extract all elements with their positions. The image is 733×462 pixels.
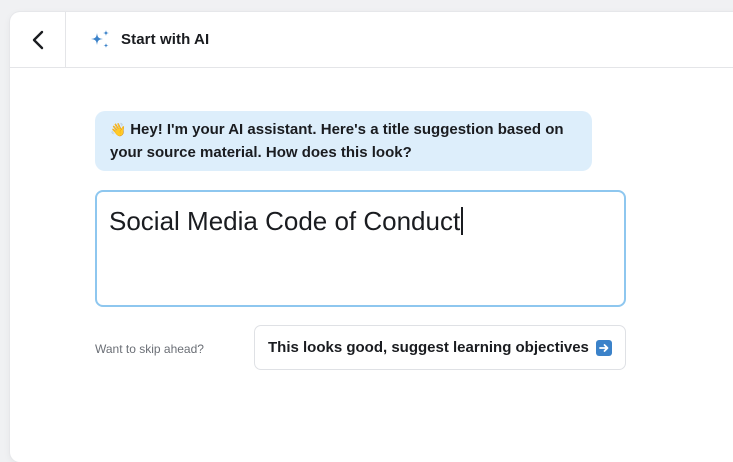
text-caret	[461, 207, 464, 235]
assistant-message: 👋 Hey! I'm your AI assistant. Here's a ti…	[95, 111, 592, 171]
back-button[interactable]	[10, 12, 66, 67]
page-title: Start with AI	[121, 31, 210, 48]
suggest-button-label: This looks good, suggest learning object…	[268, 339, 589, 356]
chevron-left-icon	[32, 30, 43, 49]
title-input-value: Social Media Code of Conduct	[109, 206, 461, 236]
sparkle-icon	[91, 29, 109, 48]
title-input[interactable]: Social Media Code of Conduct	[95, 190, 626, 307]
skip-ahead-label: Want to skip ahead?	[95, 342, 204, 356]
header-title-group: Start with AI	[88, 28, 209, 52]
arrow-right-icon	[595, 339, 612, 356]
suggest-learning-objectives-button[interactable]: This looks good, suggest learning object…	[254, 325, 626, 370]
header: Start with AI	[10, 12, 733, 68]
waving-hand-icon: 👋	[110, 122, 127, 137]
assistant-message-text: Hey! I'm your AI assistant. Here's a tit…	[110, 121, 564, 161]
